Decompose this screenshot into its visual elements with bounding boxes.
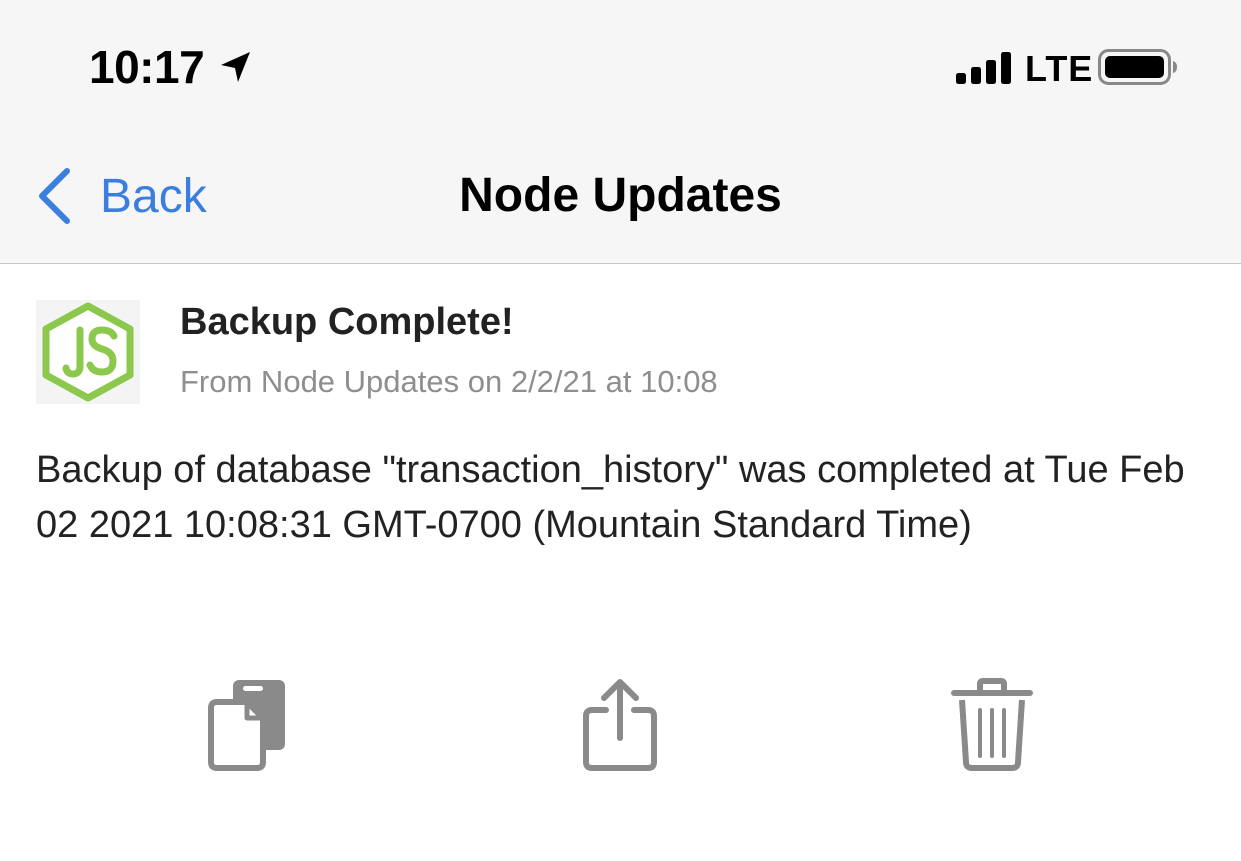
nodejs-logo-icon: [36, 300, 140, 404]
delete-button[interactable]: [950, 676, 1034, 774]
battery-icon: [1098, 49, 1177, 85]
back-button[interactable]: Back: [36, 166, 207, 226]
copy-button[interactable]: [205, 676, 291, 774]
share-button[interactable]: [580, 676, 660, 774]
back-label: Back: [100, 169, 207, 223]
trash-icon: [951, 678, 1033, 771]
top-bar: 10:17 LTE Back Node Updates: [0, 0, 1241, 264]
cellular-signal-icon: [956, 52, 1011, 84]
screen: 10:17 LTE Back Node Updates Backup Compl…: [0, 0, 1241, 861]
network-label: LTE: [1025, 48, 1094, 89]
message-meta: From Node Updates on 2/2/21 at 10:08: [180, 364, 718, 399]
chevron-left-icon: [39, 168, 70, 224]
message-title: Backup Complete!: [180, 301, 514, 343]
status-time: 10:17: [89, 41, 205, 93]
share-icon: [583, 679, 657, 771]
message-body: Backup of database "transaction_history"…: [36, 449, 1185, 546]
location-arrow-icon: [221, 52, 250, 82]
copy-icon: [208, 680, 285, 771]
